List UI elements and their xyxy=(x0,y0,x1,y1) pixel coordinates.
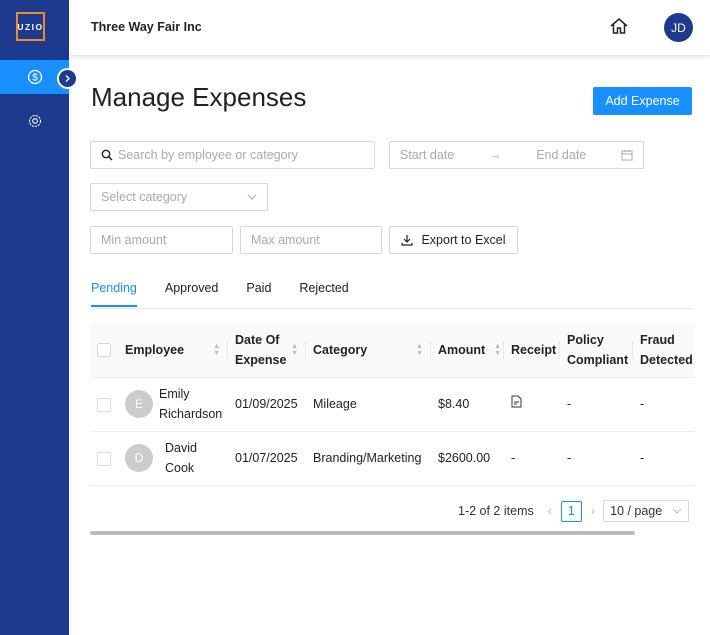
header-label: Employee xyxy=(125,342,185,357)
tabs-divider xyxy=(91,308,692,309)
column-header-policy: Policy Compliant xyxy=(560,323,633,378)
export-label: Export to Excel xyxy=(421,233,506,247)
header-label: Policy Compliant xyxy=(567,332,629,367)
calendar-icon xyxy=(621,150,633,161)
user-avatar[interactable]: JD xyxy=(664,13,693,42)
file-icon[interactable] xyxy=(511,395,522,408)
next-page-button[interactable]: › xyxy=(591,504,595,518)
max-amount-input[interactable]: Max amount xyxy=(240,226,382,254)
sidebar-item-settings[interactable] xyxy=(0,104,69,138)
tab-paid[interactable]: Paid xyxy=(246,281,271,307)
column-header-category[interactable]: Category ▲ ▼ xyxy=(306,323,431,378)
header-label: Receipt xyxy=(511,342,557,357)
expense-amount: $8.40 xyxy=(431,377,504,432)
uzio-logo: UZIO xyxy=(16,12,45,41)
sidebar: UZIO $ xyxy=(0,0,69,635)
arrow-right-icon: → xyxy=(488,148,502,162)
expense-category: Mileage xyxy=(306,377,431,432)
header-label: Category xyxy=(313,342,368,357)
chevron-down-icon xyxy=(247,194,257,200)
employee-avatar: E xyxy=(125,390,153,418)
table-row: D David Cook 01/07/2025 Branding/Marketin… xyxy=(90,431,695,486)
horizontal-scrollbar[interactable] xyxy=(90,531,635,535)
page-size-select[interactable]: 10 / page xyxy=(603,500,690,522)
max-amount-placeholder: Max amount xyxy=(251,233,320,247)
page-size-value: 10 / page xyxy=(610,504,663,518)
min-amount-placeholder: Min amount xyxy=(101,233,167,247)
category-placeholder: Select category xyxy=(101,190,188,204)
header-label: Fraud Detected xyxy=(640,332,693,367)
search-icon xyxy=(101,149,113,161)
header-label: Amount xyxy=(438,342,486,357)
column-header-amount[interactable]: Amount ▲ ▼ xyxy=(431,323,504,378)
tab-pending[interactable]: Pending xyxy=(91,281,137,307)
sort-icon: ▲ ▼ xyxy=(291,343,298,357)
row-checkbox[interactable] xyxy=(97,451,111,466)
category-select[interactable]: Select category xyxy=(90,183,268,211)
min-amount-input[interactable]: Min amount xyxy=(90,226,233,254)
table-row: E Emily Richardson 01/09/2025 Mileage $8.… xyxy=(90,377,695,432)
dollar-icon: $ xyxy=(27,69,42,85)
svg-text:$: $ xyxy=(32,73,38,84)
chevron-down-icon xyxy=(672,508,682,514)
status-tabs: Pending Approved Paid Rejected xyxy=(91,281,377,307)
page-title: Manage Expenses xyxy=(91,82,307,112)
sort-icon: ▲ ▼ xyxy=(213,343,220,357)
column-header-fraud: Fraud Detected xyxy=(633,323,695,378)
home-icon[interactable] xyxy=(609,16,629,36)
sort-icon: ▲ ▼ xyxy=(494,343,501,357)
export-excel-button[interactable]: Export to Excel xyxy=(389,226,518,254)
row-checkbox[interactable] xyxy=(97,397,111,412)
expense-date: 01/09/2025 xyxy=(228,377,306,432)
page-1-button[interactable]: 1 xyxy=(560,500,582,522)
chevron-right-icon xyxy=(65,75,70,82)
receipt: - xyxy=(504,431,560,486)
gear-icon xyxy=(28,114,41,128)
column-header-receipt: Receipt xyxy=(504,323,560,378)
tab-rejected[interactable]: Rejected xyxy=(299,281,348,307)
column-header-date[interactable]: Date Of Expense ▲ ▼ xyxy=(228,323,306,378)
fraud-detected: - xyxy=(633,377,695,432)
date-range-picker[interactable]: Start date → End date xyxy=(389,141,644,169)
company-name: Three Way Fair Inc xyxy=(91,20,202,34)
prev-page-button[interactable]: ‹ xyxy=(548,504,552,518)
select-all-checkbox[interactable] xyxy=(97,343,111,358)
column-header-employee[interactable]: Employee ▲ ▼ xyxy=(118,323,228,378)
pagination-summary: 1-2 of 2 items xyxy=(458,504,534,518)
expense-date: 01/07/2025 xyxy=(228,431,306,486)
header-label: Date Of Expense xyxy=(235,332,287,367)
download-icon xyxy=(401,235,414,246)
top-header: Three Way Fair Inc JD xyxy=(69,0,710,55)
table-header-row: Employee ▲ ▼ Date Of Expense ▲ ▼ Category ▲ ▼ … xyxy=(90,323,695,378)
pagination: 1-2 of 2 items ‹ 1 › 10 / page xyxy=(458,500,690,522)
end-date-placeholder: End date xyxy=(536,148,587,162)
search-placeholder: Search by employee or category xyxy=(118,148,298,162)
sidebar-toggle-button[interactable] xyxy=(57,68,78,89)
employee-avatar: D xyxy=(125,444,153,472)
fraud-detected: - xyxy=(633,431,695,486)
expense-amount: $2600.00 xyxy=(431,431,504,486)
expense-category: Branding/Marketing xyxy=(306,431,431,486)
tab-approved[interactable]: Approved xyxy=(165,281,219,307)
search-input[interactable]: Search by employee or category xyxy=(90,141,375,169)
expenses-table: Employee ▲ ▼ Date Of Expense ▲ ▼ Category ▲ ▼ … xyxy=(90,323,695,486)
employee-name: David Cook xyxy=(165,441,197,475)
policy-compliant: - xyxy=(560,377,633,432)
sort-icon: ▲ ▼ xyxy=(416,343,423,357)
start-date-placeholder: Start date xyxy=(400,148,455,162)
policy-compliant: - xyxy=(560,431,633,486)
add-expense-button[interactable]: Add Expense xyxy=(593,87,692,115)
employee-name: Emily Richardson xyxy=(159,387,223,421)
